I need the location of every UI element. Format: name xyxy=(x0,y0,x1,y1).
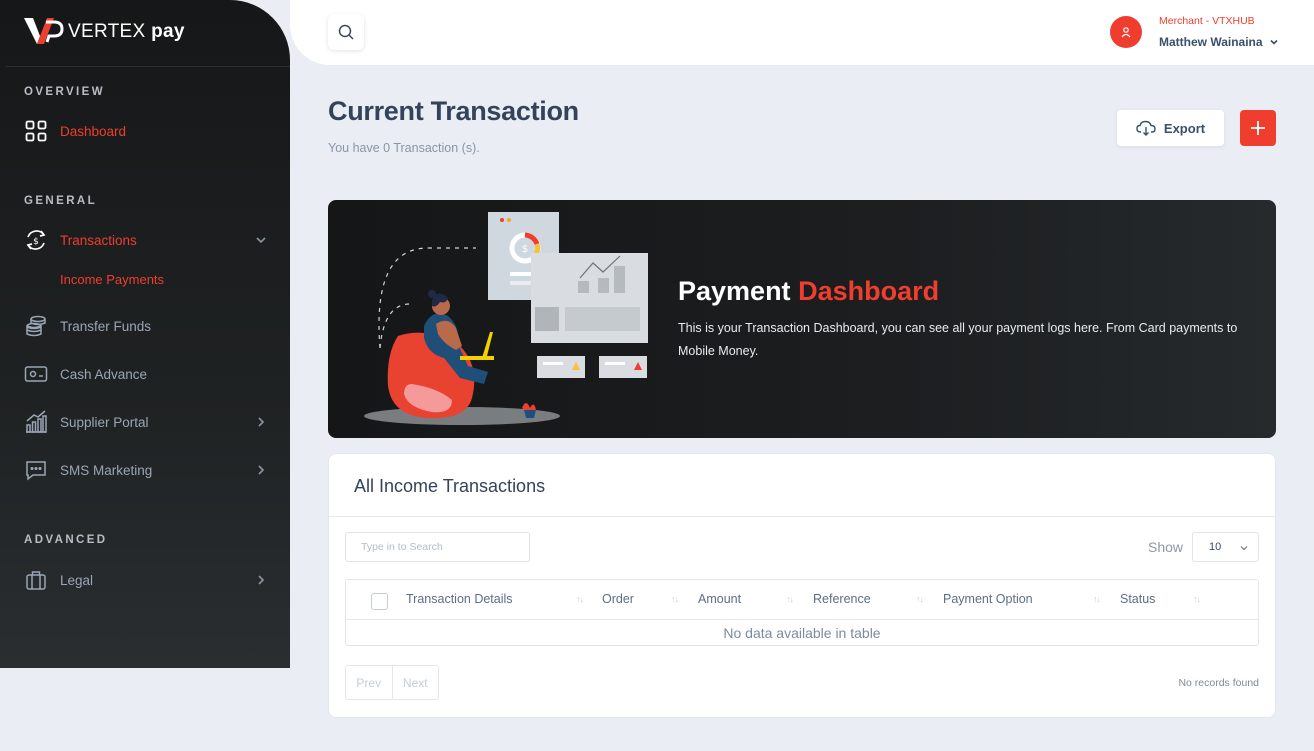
chat-bubble-icon xyxy=(24,458,48,482)
chevron-down-icon xyxy=(1270,39,1278,45)
prev-page-button[interactable]: Prev xyxy=(346,666,393,699)
person-at-laptop-illustration: $ xyxy=(364,212,648,425)
svg-text:$: $ xyxy=(522,244,528,255)
sidebar-item-transactions[interactable]: $ Transactions xyxy=(24,226,268,254)
sidebar-item-dashboard[interactable]: Dashboard xyxy=(24,117,268,145)
brand-logo[interactable]: VERTEX pay xyxy=(24,16,185,48)
search-icon xyxy=(338,24,354,40)
page-size-select[interactable]: 10 xyxy=(1192,532,1259,562)
vertex-logo-icon xyxy=(24,18,64,44)
column-header-transaction-details[interactable]: Transaction Details xyxy=(406,592,513,606)
sidebar-item-sms-marketing[interactable]: SMS Marketing xyxy=(24,456,268,484)
column-header-status[interactable]: Status xyxy=(1120,592,1155,606)
records-info: No records found xyxy=(1178,677,1259,689)
column-header-reference[interactable]: Reference xyxy=(813,592,871,606)
user-menu[interactable]: Matthew Wainaina xyxy=(1159,35,1279,49)
chevron-right-icon xyxy=(258,465,265,475)
show-label: Show xyxy=(1148,539,1184,555)
sidebar-item-label: Legal xyxy=(60,572,94,588)
cloud-download-icon xyxy=(1136,120,1156,136)
select-all-checkbox[interactable] xyxy=(371,593,388,610)
page-subtitle: You have 0 Transaction (s). xyxy=(328,141,480,155)
sidebar-item-label: Supplier Portal xyxy=(60,414,149,430)
bar-chart-growth-icon xyxy=(24,410,48,434)
export-label: Export xyxy=(1163,120,1206,136)
sidebar-item-legal[interactable]: Legal xyxy=(24,566,268,594)
banner-title: Payment Dashboard xyxy=(678,276,940,306)
sidebar-item-label: Cash Advance xyxy=(60,366,148,382)
card-title: All Income Transactions xyxy=(354,476,546,496)
column-header-order[interactable]: Order xyxy=(602,592,634,606)
brand-name: VERTEX pay xyxy=(68,21,185,42)
sidebar-item-label: Transactions xyxy=(60,232,137,248)
briefcase-icon xyxy=(24,568,48,592)
sidebar-item-label: Transfer Funds xyxy=(60,318,152,334)
table-search-input[interactable] xyxy=(345,532,530,562)
sort-arrows-icon[interactable]: ↑↓ xyxy=(1193,594,1201,604)
column-header-amount[interactable]: Amount xyxy=(698,592,741,606)
user-icon xyxy=(1121,27,1131,38)
sort-arrows-icon[interactable]: ↑↓ xyxy=(576,594,584,604)
empty-table-message: No data available in table xyxy=(723,625,881,641)
dashboard-grid-icon xyxy=(24,119,48,143)
merchant-label: Merchant - VTXHUB xyxy=(1159,15,1255,27)
brand-divider xyxy=(6,66,290,67)
sidebar-item-label: Dashboard xyxy=(60,123,127,139)
sort-arrows-icon[interactable]: ↑↓ xyxy=(786,594,794,604)
page-size-value: 10 xyxy=(1209,541,1222,553)
sidebar-item-label: SMS Marketing xyxy=(60,462,153,478)
top-bar: Merchant - VTXHUB Matthew Wainaina xyxy=(290,0,1314,65)
exchange-dollar-icon: $ xyxy=(24,228,48,252)
search-button[interactable] xyxy=(328,14,364,50)
section-title-advanced: ADVANCED xyxy=(24,534,108,546)
page-title: Current Transaction xyxy=(328,96,579,126)
coins-stack-icon xyxy=(24,314,48,338)
sort-arrows-icon[interactable]: ↑↓ xyxy=(1093,594,1101,604)
sidebar-subitem-income-payments[interactable]: Income Payments xyxy=(60,272,164,287)
chevron-right-icon xyxy=(258,417,265,427)
svg-text:$: $ xyxy=(33,237,39,247)
sidebar-item-supplier-portal[interactable]: Supplier Portal xyxy=(24,408,268,436)
export-button[interactable]: Export xyxy=(1117,110,1224,146)
chevron-down-icon xyxy=(256,237,266,244)
sidebar-item-cash-advance[interactable]: Cash Advance xyxy=(24,360,268,388)
avatar[interactable] xyxy=(1110,16,1142,48)
pagination: Prev Next xyxy=(345,665,439,700)
sidebar: VERTEX pay OVERVIEW Dashboard GENERAL $ … xyxy=(0,0,290,668)
transactions-table: Transaction Details ↑↓ Order ↑↓ Amount ↑… xyxy=(345,579,1259,646)
income-transactions-card: All Income Transactions Show 10 Transact… xyxy=(328,453,1276,718)
section-title-general: GENERAL xyxy=(24,195,98,207)
section-title-overview: OVERVIEW xyxy=(24,86,105,98)
chevron-down-icon xyxy=(1240,546,1248,551)
table-header-row: Transaction Details ↑↓ Order ↑↓ Amount ↑… xyxy=(346,580,1258,620)
cash-note-icon xyxy=(24,362,48,386)
add-button[interactable] xyxy=(1240,110,1276,146)
next-page-button[interactable]: Next xyxy=(393,666,439,699)
payment-dashboard-banner: $ Payment Dashboard This is your Transac… xyxy=(328,200,1276,438)
sort-arrows-icon[interactable]: ↑↓ xyxy=(916,594,924,604)
card-divider xyxy=(329,516,1275,517)
user-name: Matthew Wainaina xyxy=(1159,35,1263,49)
sidebar-item-transfer-funds[interactable]: Transfer Funds xyxy=(24,312,268,340)
plus-icon xyxy=(1251,121,1265,135)
chevron-right-icon xyxy=(258,575,265,585)
sort-arrows-icon[interactable]: ↑↓ xyxy=(671,594,679,604)
column-header-payment-option[interactable]: Payment Option xyxy=(943,592,1033,606)
banner-description: This is your Transaction Dashboard, you … xyxy=(678,321,1238,358)
